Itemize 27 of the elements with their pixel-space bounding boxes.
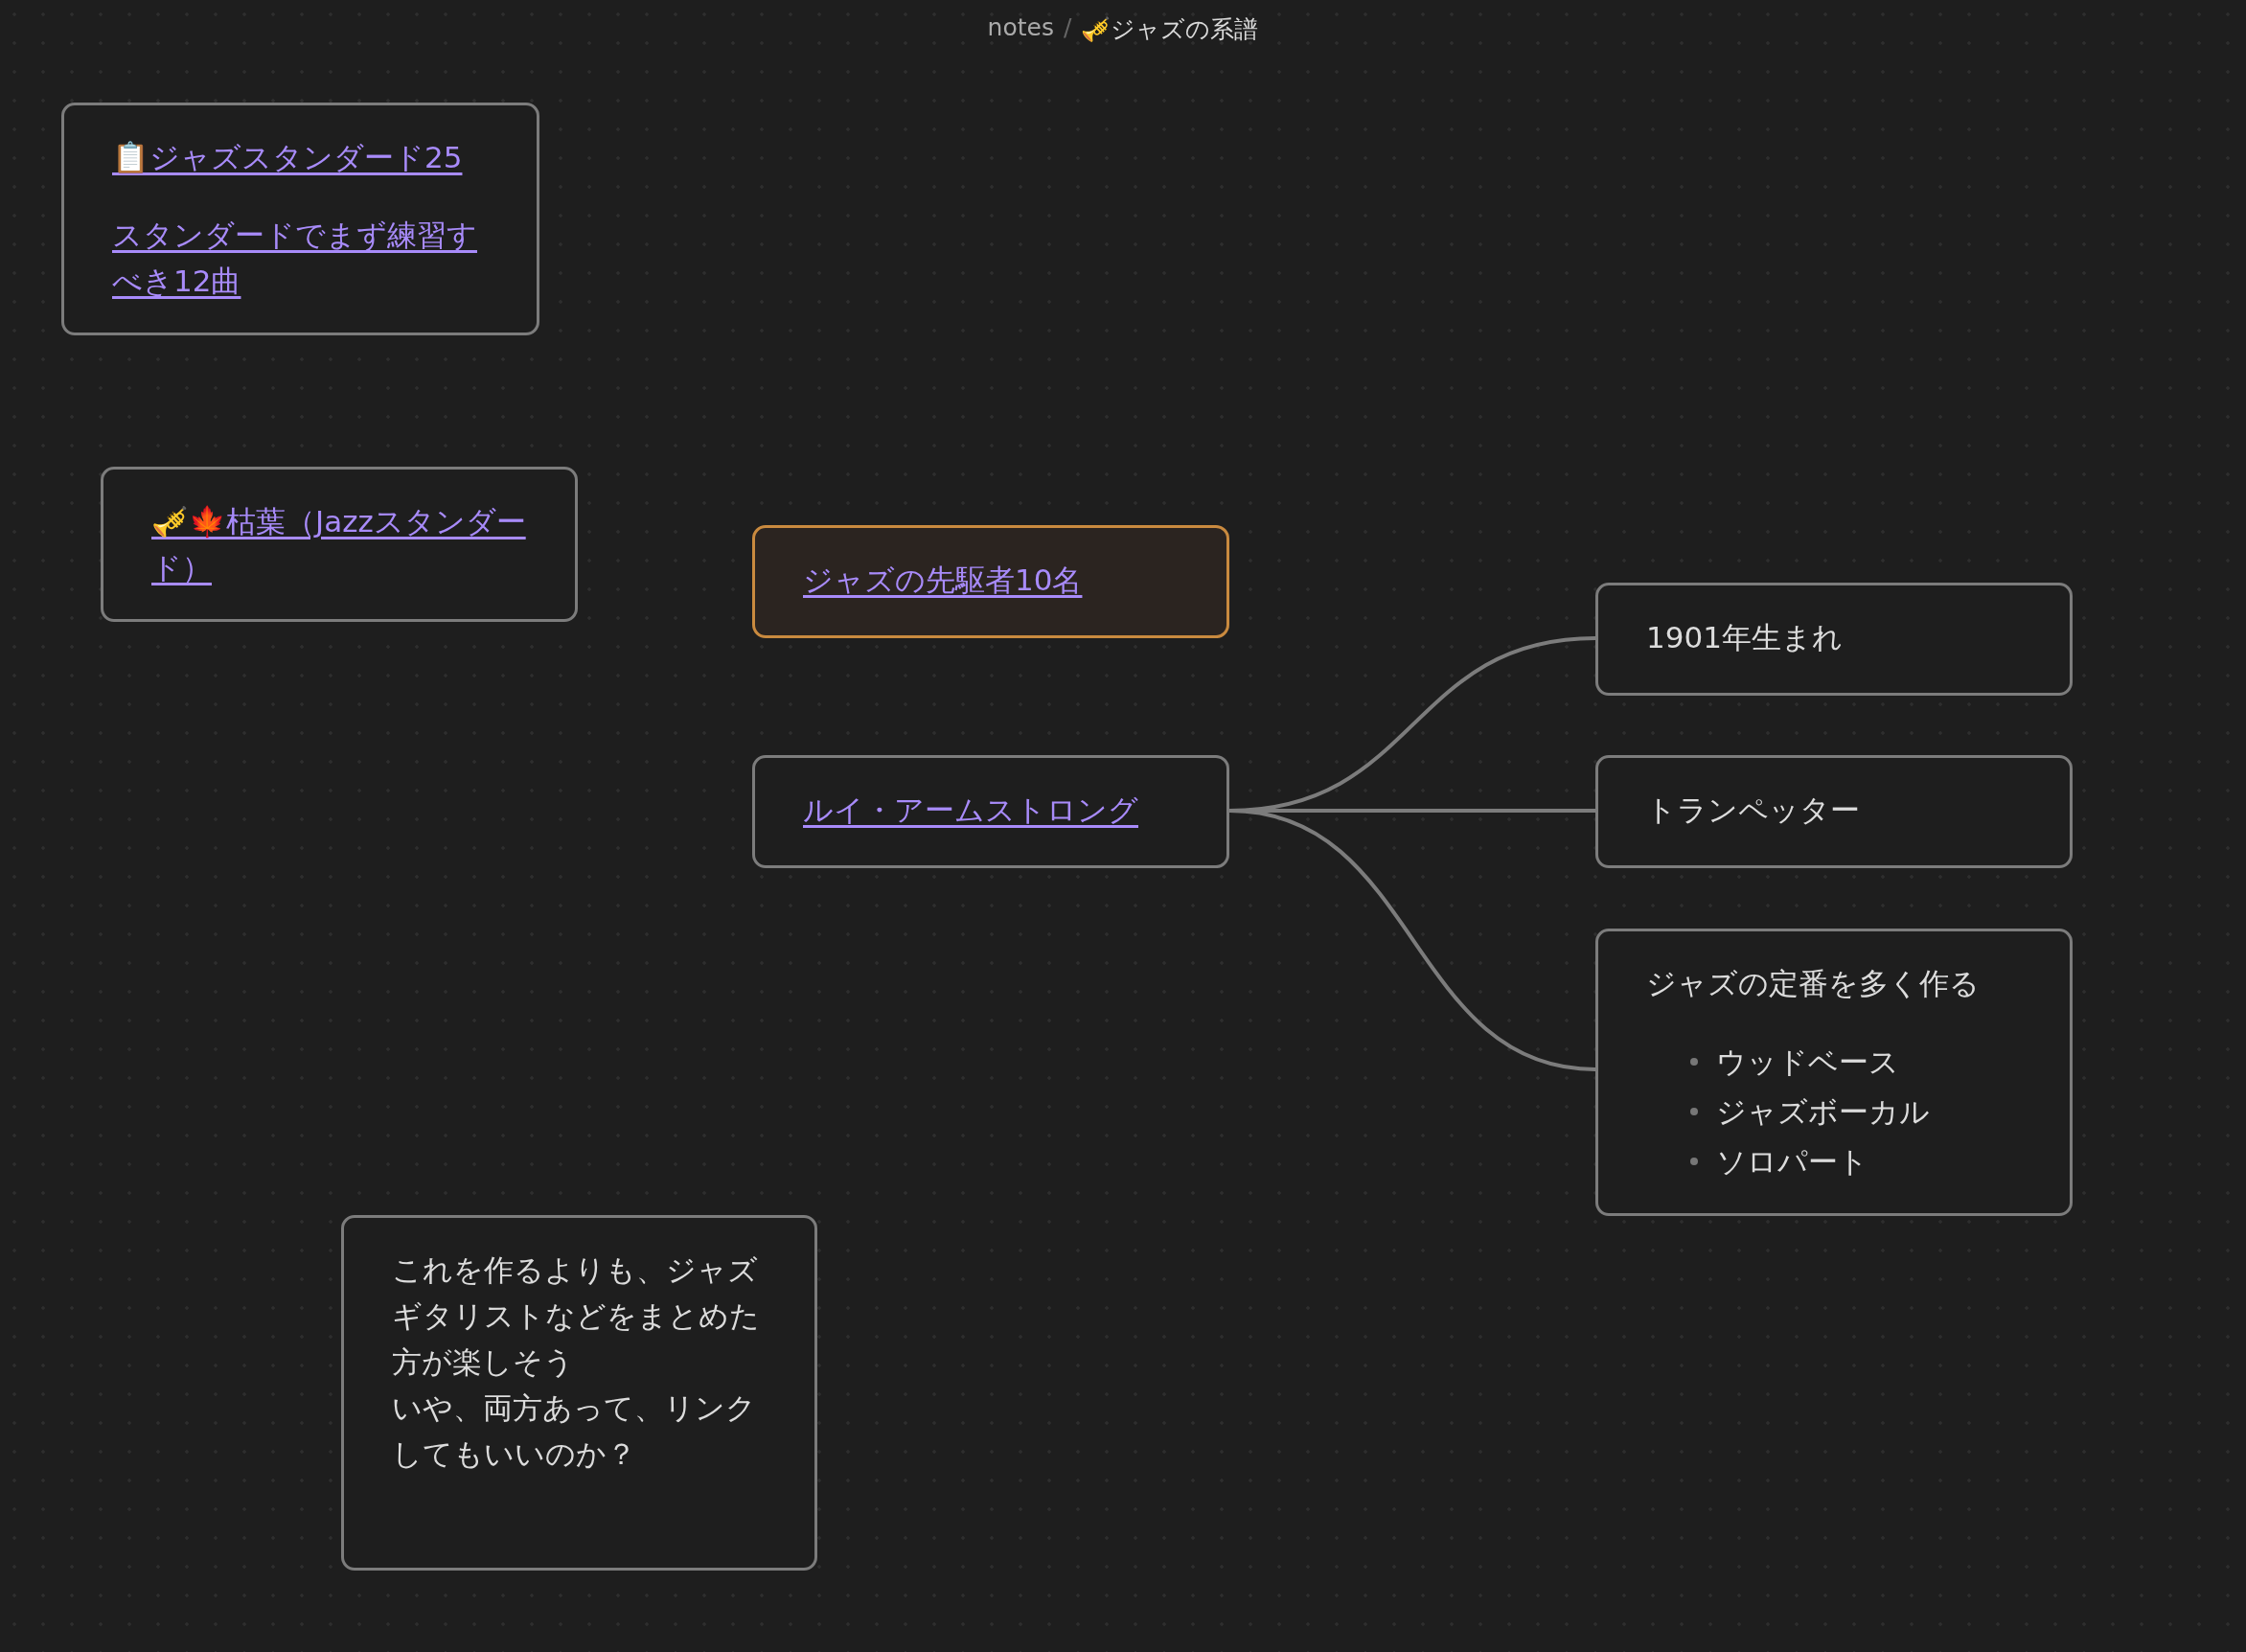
card-text: これを作るよりも、ジャズギタリストなどをまとめた方が楽しそう xyxy=(392,1251,761,1381)
note-title[interactable]: 🎺ジャズの系譜 xyxy=(1081,13,1259,45)
canvas-card[interactable]: ジャズの先駆者10名 xyxy=(752,525,1229,638)
note-link[interactable]: スタンダードでまず練習すべき12曲 xyxy=(112,212,489,304)
note-link[interactable]: ルイ・アームストロング xyxy=(803,787,1179,833)
canvas-card[interactable]: トランペッター xyxy=(1595,755,2073,868)
bullet-icon xyxy=(1690,1158,1698,1165)
bullet-icon xyxy=(1690,1108,1698,1115)
card-text: トランペッター xyxy=(1646,792,1861,829)
card-text: 1901年生まれ xyxy=(1646,619,1844,656)
canvas-card[interactable]: 📋ジャズスタンダード25 スタンダードでまず練習すべき12曲 xyxy=(61,103,539,335)
list-item: ウッドベース xyxy=(1716,1044,1899,1081)
canvas-card[interactable]: 🎺🍁枯葉（Jazzスタンダード） xyxy=(101,467,578,622)
note-link[interactable]: ジャズの先駆者10名 xyxy=(803,557,1179,603)
note-link[interactable]: 📋ジャズスタンダード25 xyxy=(112,134,489,180)
list-item: ソロパート xyxy=(1716,1143,1868,1181)
note-link[interactable]: 🎺🍁枯葉（Jazzスタンダード） xyxy=(151,498,527,590)
breadcrumb-folder[interactable]: notes xyxy=(987,13,1054,45)
list-item: ジャズボーカル xyxy=(1716,1093,1930,1131)
canvas-card[interactable]: これを作るよりも、ジャズギタリストなどをまとめた方が楽しそう いや、両方あって、リンクしてもいいのか？ xyxy=(341,1215,817,1571)
card-text: ジャズの定番を多く作る xyxy=(1646,965,1981,1002)
canvas-card[interactable]: ジャズの定番を多く作る ウッドベース ジャズボーカル ソロパート xyxy=(1595,929,2073,1216)
canvas-card[interactable]: 1901年生まれ xyxy=(1595,583,2073,696)
breadcrumb-separator: / xyxy=(1063,13,1072,43)
card-text: いや、両方あって、リンクしてもいいのか？ xyxy=(392,1389,757,1473)
canvas-card[interactable]: ルイ・アームストロング xyxy=(752,755,1229,868)
bullet-icon xyxy=(1690,1058,1698,1066)
